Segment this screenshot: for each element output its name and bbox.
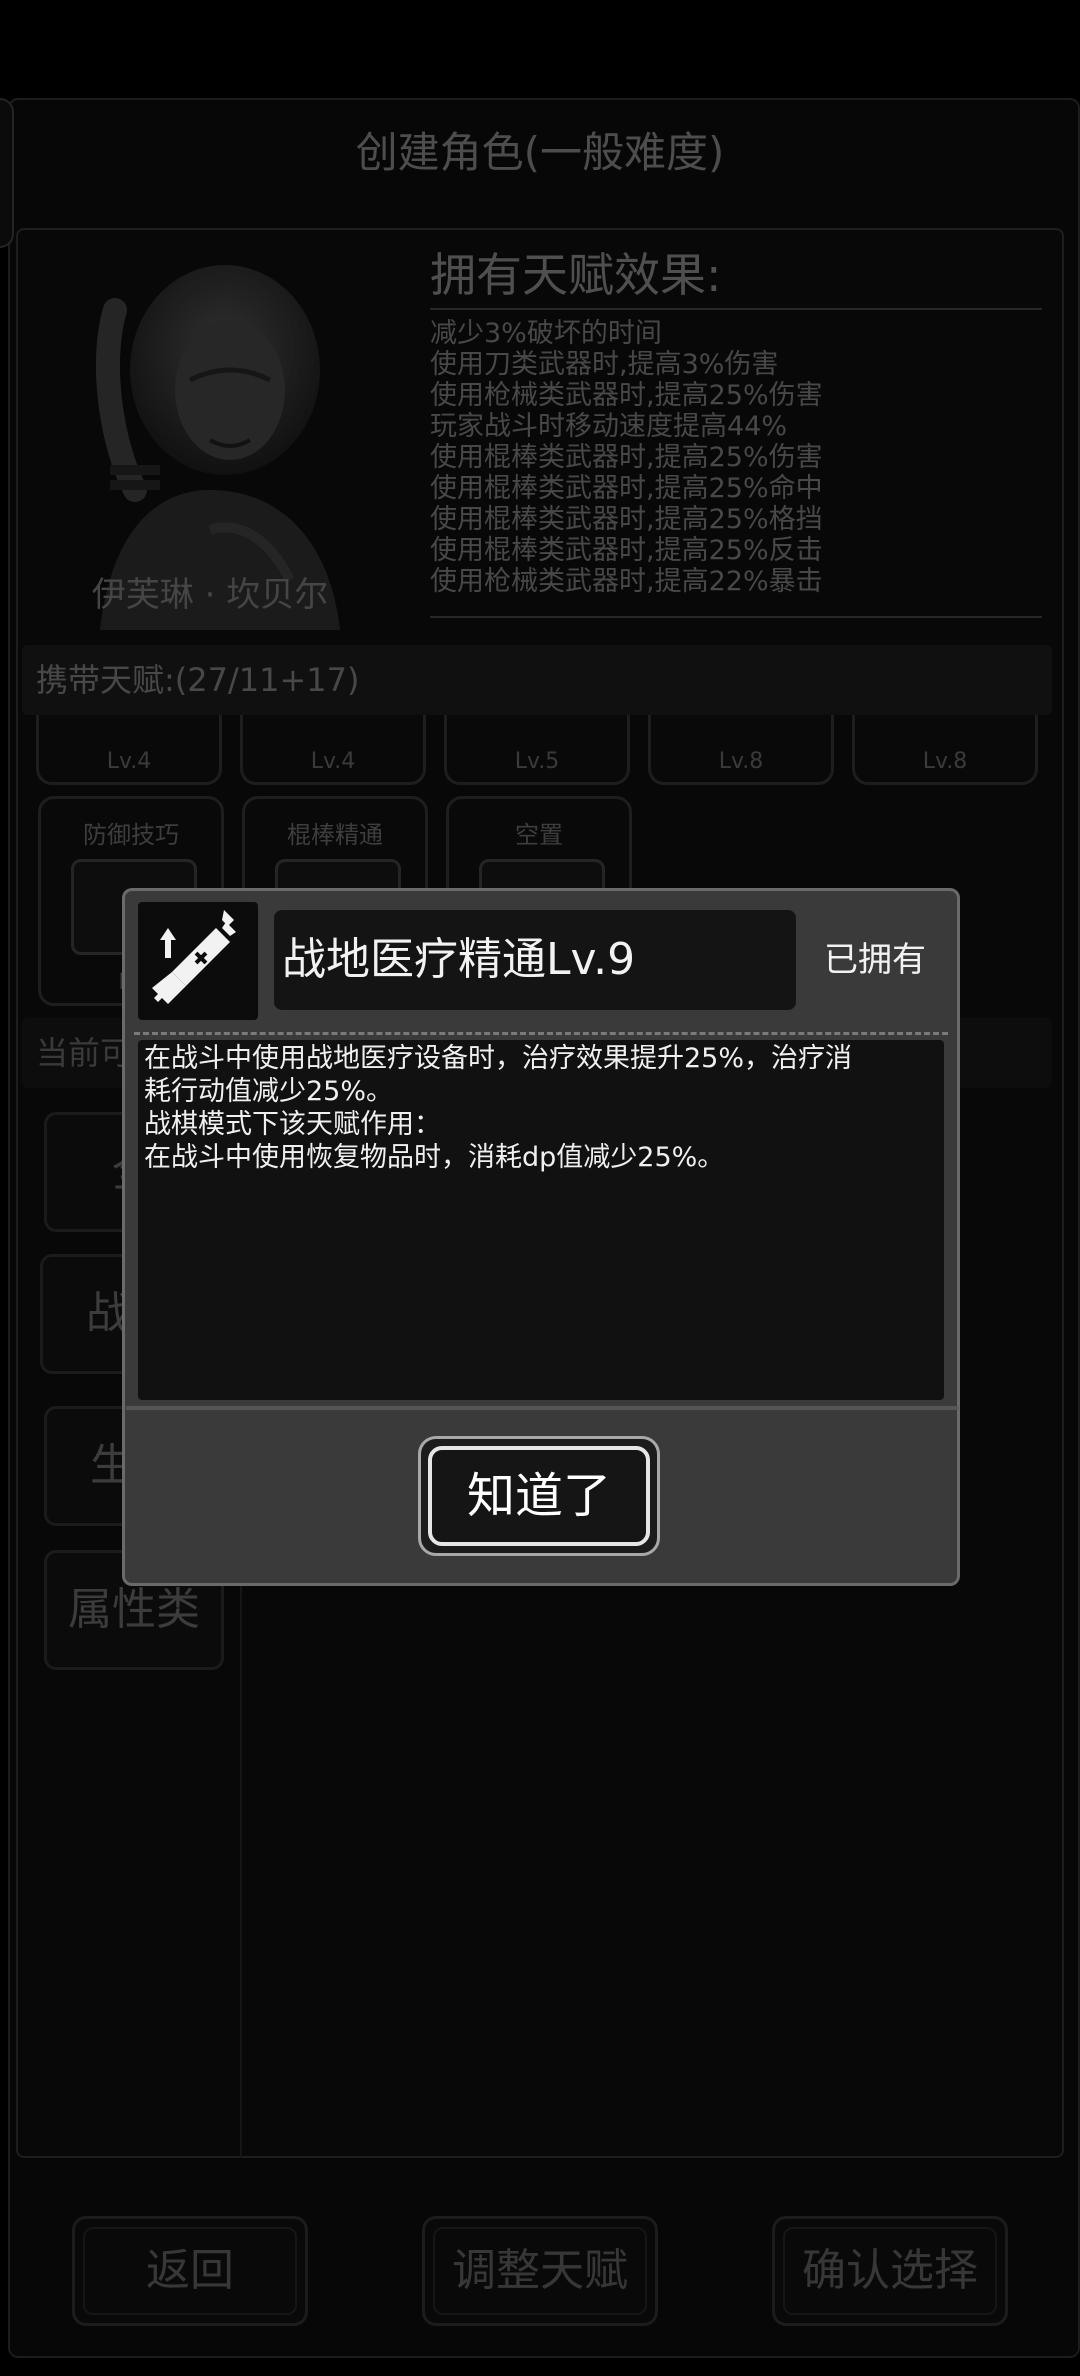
description-line: 在战斗中使用恢复物品时，消耗dp值减少25%。 (144, 1142, 725, 1173)
dialog-dashed-divider (134, 1032, 948, 1035)
syringe-icon (138, 902, 258, 1020)
dialog-description: 在战斗中使用战地医疗设备时，治疗效果提升25%，治疗消 耗行动值减少25%。 战… (138, 1040, 944, 1400)
description-line: 在战斗中使用战地医疗设备时，治疗效果提升25%，治疗消 (144, 1043, 853, 1074)
dialog-title: 战地医疗精通Lv.9 (274, 910, 796, 1010)
dialog-divider (126, 1406, 958, 1410)
ok-button[interactable]: 知道了 (428, 1446, 650, 1546)
description-line: 耗行动值减少25%。 (144, 1076, 394, 1107)
description-line: 战棋模式下该天赋作用： (144, 1109, 441, 1140)
owned-status: 已拥有 (824, 940, 926, 980)
